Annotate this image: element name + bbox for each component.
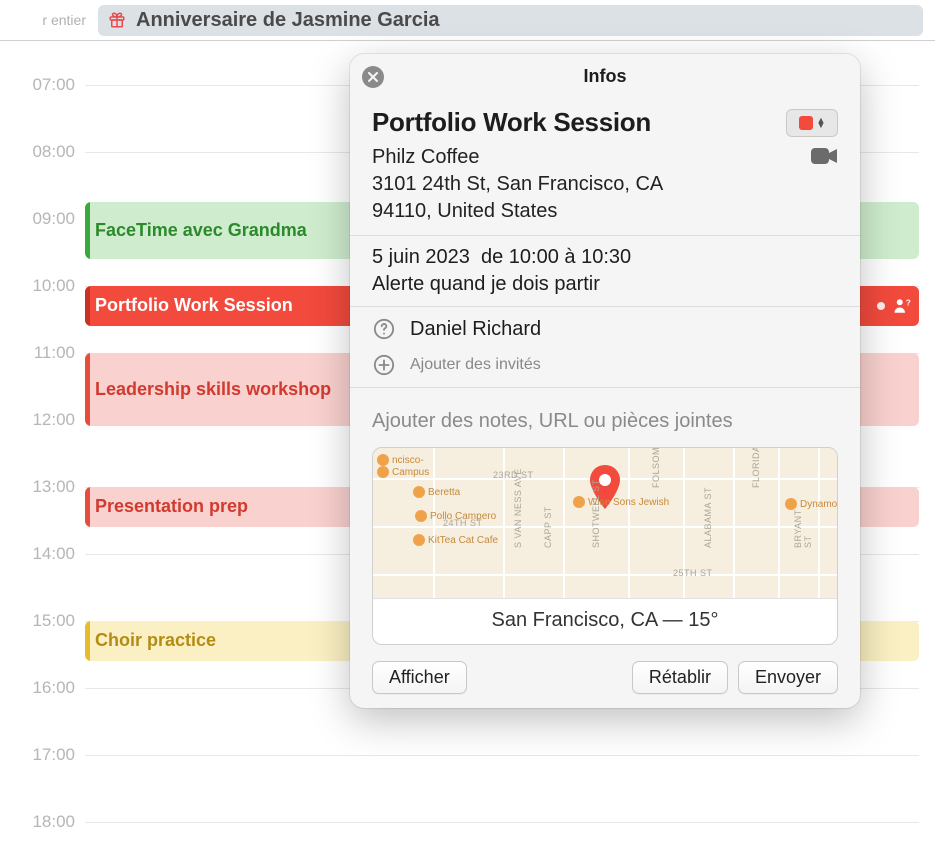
event-title-text: Choir practice bbox=[95, 630, 216, 651]
hour-label: 18:00 bbox=[0, 812, 75, 832]
event-title[interactable]: Portfolio Work Session bbox=[372, 107, 651, 138]
popover-header: Infos bbox=[350, 54, 860, 97]
question-circle-icon bbox=[372, 317, 396, 341]
hour-line bbox=[85, 822, 919, 823]
send-button[interactable]: Envoyer bbox=[738, 661, 838, 694]
all-day-row: r entier Anniversaire de Jasmine Garcia bbox=[0, 0, 935, 41]
map-street-label: ALABAMA ST bbox=[703, 487, 713, 548]
map-street-label: S VAN NESS AVE bbox=[513, 468, 523, 548]
all-day-label-truncated: r entier bbox=[0, 12, 92, 28]
map-street-label: BRYANT ST bbox=[793, 504, 813, 548]
invitee-row[interactable]: Daniel Richard bbox=[372, 317, 838, 341]
event-alert[interactable]: Alerte quand je dois partir bbox=[372, 273, 838, 296]
event-title-text: Leadership skills workshop bbox=[95, 379, 331, 400]
location-addr-2: 94110, United States bbox=[372, 198, 663, 225]
map-preview[interactable]: ncisco-CampusBerettaPollo CamperoKitTea … bbox=[373, 448, 837, 598]
gift-icon bbox=[108, 11, 126, 29]
plus-circle-icon bbox=[372, 353, 396, 377]
show-button[interactable]: Afficher bbox=[372, 661, 467, 694]
map-street-label: FLORIDA ST bbox=[751, 447, 761, 488]
location-name: Philz Coffee bbox=[372, 144, 663, 171]
hour-label: 11:00 bbox=[0, 343, 75, 363]
map-caption: San Francisco, CA — 15° bbox=[373, 598, 837, 644]
invitee-status-badge: ? bbox=[877, 297, 913, 315]
map-street-label: CAPP ST bbox=[543, 506, 553, 548]
calendar-color-swatch bbox=[799, 116, 813, 130]
hour-label: 14:00 bbox=[0, 544, 75, 564]
event-title-text: Presentation prep bbox=[95, 496, 248, 517]
map-poi: KitTea Cat Cafe bbox=[413, 534, 498, 546]
revert-button[interactable]: Rétablir bbox=[632, 661, 728, 694]
map-street-label: FOLSOM ST bbox=[651, 447, 661, 488]
hour-label: 15:00 bbox=[0, 611, 75, 631]
chevron-up-down-icon: ▲▼ bbox=[817, 118, 826, 128]
invitee-name: Daniel Richard bbox=[410, 318, 541, 341]
calendar-picker[interactable]: ▲▼ bbox=[786, 109, 838, 137]
hour-label: 16:00 bbox=[0, 678, 75, 698]
location-map-card[interactable]: ncisco-CampusBerettaPollo CamperoKitTea … bbox=[372, 447, 838, 645]
add-invitees-placeholder: Ajouter des invités bbox=[410, 356, 541, 374]
map-street-label: 24TH ST bbox=[443, 518, 483, 528]
map-street-label: 25TH ST bbox=[673, 568, 713, 578]
event-location[interactable]: Philz Coffee 3101 24th St, San Francisco… bbox=[372, 144, 663, 225]
hour-label: 07:00 bbox=[0, 75, 75, 95]
all-day-event-birthday[interactable]: Anniversaire de Jasmine Garcia bbox=[98, 5, 923, 36]
close-button[interactable] bbox=[362, 66, 384, 88]
all-day-event-title: Anniversaire de Jasmine Garcia bbox=[136, 9, 440, 32]
date-time-section[interactable]: 5 juin 2023 de 10:00 à 10:30 Alerte quan… bbox=[350, 236, 860, 306]
svg-text:?: ? bbox=[906, 298, 911, 307]
notes-placeholder[interactable]: Ajouter des notes, URL ou pièces jointes bbox=[372, 398, 838, 433]
hour-line bbox=[85, 755, 919, 756]
event-title-text: FaceTime avec Grandma bbox=[95, 220, 307, 241]
hour-label: 13:00 bbox=[0, 477, 75, 497]
event-time: de 10:00 à 10:30 bbox=[481, 246, 631, 268]
hour-label: 08:00 bbox=[0, 142, 75, 162]
map-poi: Beretta bbox=[413, 486, 460, 498]
event-title-text: Portfolio Work Session bbox=[95, 295, 293, 316]
map-street-label: SHOTWELL ST bbox=[591, 479, 601, 548]
hour-label: 10:00 bbox=[0, 276, 75, 296]
location-addr-1: 3101 24th St, San Francisco, CA bbox=[372, 171, 663, 198]
hour-label: 17:00 bbox=[0, 745, 75, 765]
map-poi: ncisco- bbox=[377, 454, 424, 466]
map-poi: Wise Sons Jewish bbox=[573, 496, 669, 508]
video-call-icon[interactable] bbox=[810, 146, 838, 171]
add-invitees-row[interactable]: Ajouter des invités bbox=[372, 353, 838, 377]
hour-label: 12:00 bbox=[0, 410, 75, 430]
map-poi: Campus bbox=[377, 466, 429, 478]
event-info-popover: Infos Portfolio Work Session ▲▼ Philz Co… bbox=[350, 54, 860, 708]
hour-label: 09:00 bbox=[0, 209, 75, 229]
event-date: 5 juin 2023 bbox=[372, 246, 470, 268]
